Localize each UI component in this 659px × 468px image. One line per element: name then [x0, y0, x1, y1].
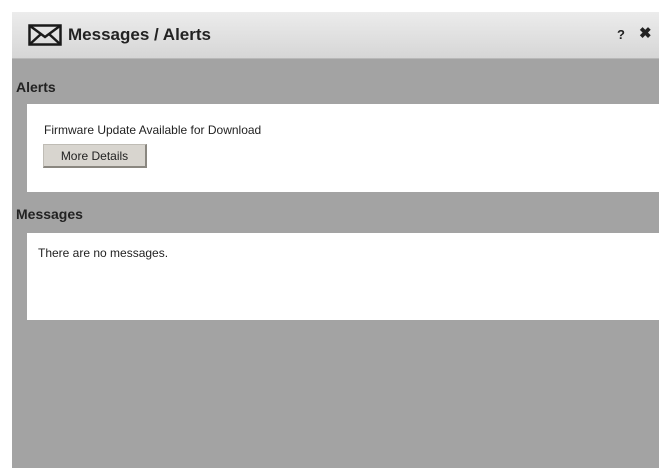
help-button[interactable]: ?: [617, 26, 625, 44]
alerts-heading: Alerts: [16, 79, 56, 95]
close-button[interactable]: ✖: [639, 25, 652, 43]
more-details-button[interactable]: More Details: [43, 144, 147, 168]
dialog-title: Messages / Alerts: [68, 25, 211, 44]
messages-panel: There are no messages.: [27, 233, 659, 320]
messages-alerts-dialog: Messages / Alerts ? ✖ Alerts Firmware Up…: [12, 12, 659, 468]
dialog-titlebar: Messages / Alerts ? ✖: [12, 12, 659, 59]
messages-heading: Messages: [16, 206, 83, 222]
envelope-icon: [28, 24, 62, 46]
alert-message: Firmware Update Available for Download: [44, 123, 262, 137]
messages-empty-text: There are no messages.: [38, 246, 169, 260]
alerts-panel: Firmware Update Available for Download M…: [27, 104, 659, 192]
